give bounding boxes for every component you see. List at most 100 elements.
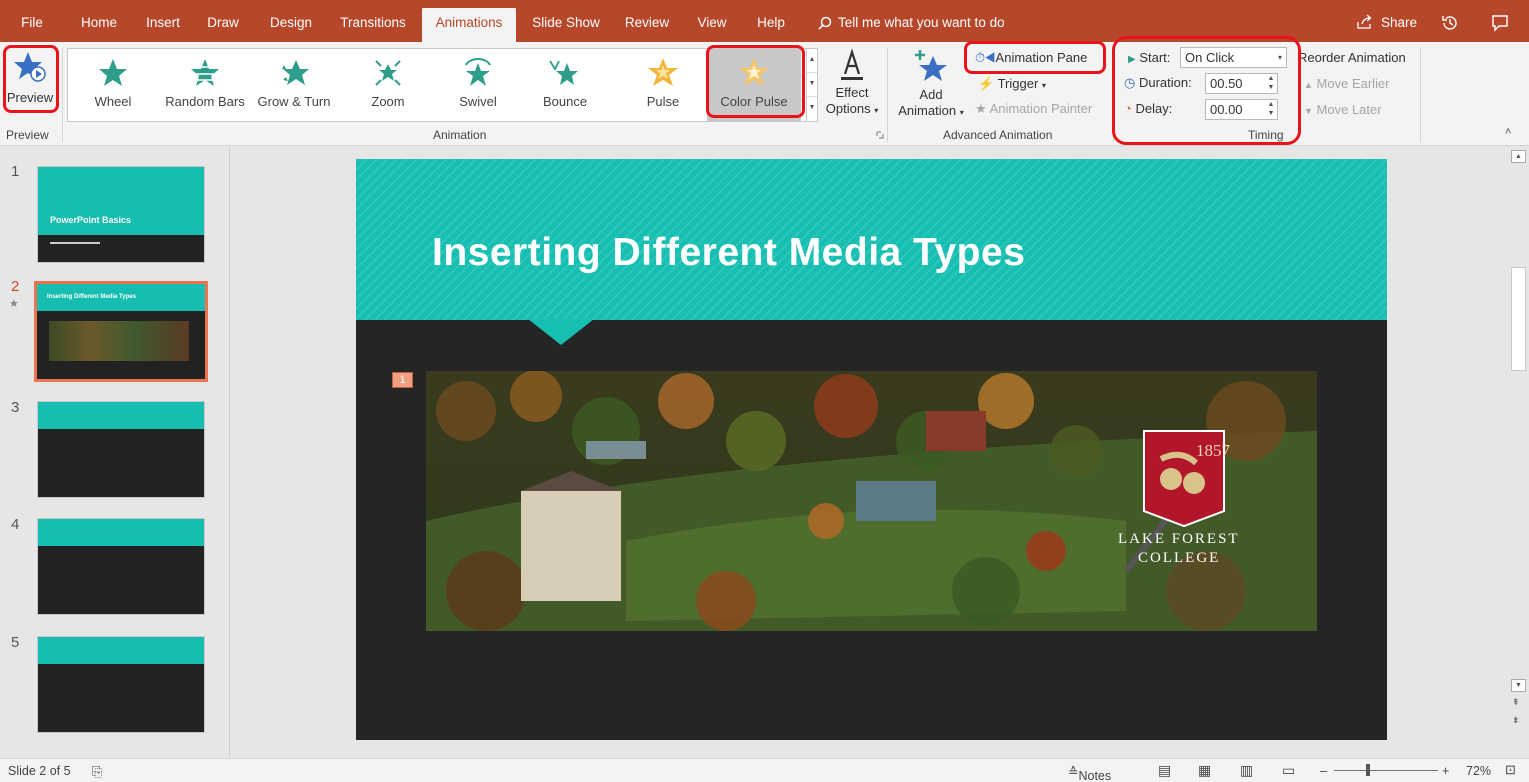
add-animation-icon <box>915 50 947 81</box>
effect-options-button[interactable]: Effect Options ▾ <box>823 48 881 124</box>
scroll-down-arrow-icon[interactable]: ▼ <box>1511 679 1526 692</box>
thumb-number: 4 <box>11 516 20 533</box>
start-play-icon: ▶ <box>1128 54 1136 65</box>
move-earlier-button[interactable]: ▲ Move Earlier <box>1304 76 1390 91</box>
scroll-thumb[interactable] <box>1511 267 1526 371</box>
slide-count: Slide 2 of 5 <box>8 764 71 778</box>
zoom-level[interactable]: 72% <box>1466 764 1491 778</box>
animation-pane-icon: ⏱◀ <box>975 50 996 65</box>
animation-wheel[interactable]: Wheel <box>73 49 153 121</box>
collapse-ribbon-icon[interactable]: ˄ <box>1505 126 1511 138</box>
thumbnail-slide-4[interactable] <box>37 518 205 615</box>
dialog-launcher-icon[interactable] <box>876 131 884 139</box>
zoom-icon <box>375 60 401 86</box>
thumbnail-slide-1[interactable]: PowerPoint Basics <box>37 166 205 263</box>
tell-me-search[interactable]: Tell me what you want to do <box>818 8 1005 38</box>
group-label-preview: Preview <box>6 128 49 142</box>
fit-to-window-icon[interactable]: ⊡ <box>1505 762 1516 778</box>
tell-me-text: Tell me what you want to do <box>838 15 1005 30</box>
comments-icon[interactable] <box>1490 13 1510 33</box>
notes-button[interactable]: ≙ Notes <box>1068 764 1111 782</box>
bounce-icon <box>549 60 578 85</box>
thumb-title: Inserting Different Media Types <box>47 294 136 300</box>
group-label-advanced-animation: Advanced Animation <box>943 128 1053 142</box>
add-animation-button[interactable]: Add Animation ▾ <box>893 48 969 126</box>
zoom-slider-thumb[interactable] <box>1366 764 1370 776</box>
tab-slide-show[interactable]: Slide Show <box>524 8 608 42</box>
animation-zoom[interactable]: Zoom <box>348 49 428 121</box>
slideshow-icon[interactable]: ▭ <box>1282 762 1295 779</box>
clock-icon: ◷ <box>1124 75 1136 90</box>
tab-insert[interactable]: Insert <box>136 8 190 42</box>
animation-painter-button[interactable]: ★ Animation Painter <box>975 101 1092 117</box>
trigger-button[interactable]: ⚡ Trigger ▾ <box>978 76 1046 92</box>
add-animation-label-1: Add <box>919 87 943 102</box>
thumbnail-slide-5[interactable] <box>37 636 205 733</box>
zoom-out-icon[interactable]: – <box>1320 764 1327 778</box>
slide-title[interactable]: Inserting Different Media Types <box>432 231 1025 275</box>
thumb-number: 3 <box>11 399 20 416</box>
tab-file[interactable]: File <box>10 8 54 42</box>
animation-grow-turn[interactable]: Grow & Turn <box>254 49 334 121</box>
tab-review[interactable]: Review <box>616 8 678 42</box>
tab-home[interactable]: Home <box>70 8 128 42</box>
gallery-up-arrow-icon[interactable]: ▲ <box>807 49 817 73</box>
prev-slide-icon[interactable]: ⇞ <box>1512 697 1520 708</box>
scroll-up-arrow-icon[interactable]: ▲ <box>1511 150 1526 163</box>
animation-color-pulse[interactable]: Color Pulse <box>707 49 801 121</box>
thumb-number: 1 <box>11 163 20 180</box>
reading-view-icon[interactable]: ▥ <box>1240 762 1253 779</box>
animation-label: Pulse <box>646 94 680 109</box>
logo-line-2: COLLEGE <box>1138 550 1221 566</box>
animation-bounce[interactable]: Bounce <box>525 49 605 121</box>
animation-random-bars[interactable]: Random Bars <box>160 49 250 121</box>
share-icon <box>1357 14 1372 29</box>
tab-help[interactable]: Help <box>746 8 796 42</box>
animation-star-icon: ★ <box>9 298 19 310</box>
history-icon[interactable] <box>1440 13 1460 33</box>
spinner-arrows-icon[interactable]: ▲ ▼ <box>1265 74 1277 93</box>
effect-options-label-2: Options ▾ <box>825 101 879 116</box>
animation-label: Wheel <box>94 94 132 109</box>
search-icon <box>818 16 832 30</box>
zoom-slider[interactable] <box>1334 770 1438 771</box>
tab-animations[interactable]: Animations <box>422 8 516 42</box>
tab-view[interactable]: View <box>688 8 736 42</box>
thumbnail-slide-2[interactable]: Inserting Different Media Types <box>34 281 208 382</box>
normal-view-icon[interactable]: ▤ <box>1158 762 1171 779</box>
tab-design[interactable]: Design <box>260 8 322 42</box>
swivel-icon <box>465 58 491 86</box>
tab-transitions[interactable]: Transitions <box>332 8 414 42</box>
duration-spinner[interactable]: 00.50 ▲ ▼ <box>1205 73 1278 94</box>
delay-clock-icon: ◔ <box>1124 101 1132 116</box>
gallery-scroll[interactable]: ▲ ▼ ▼ <box>806 48 818 122</box>
tab-draw[interactable]: Draw <box>199 8 247 42</box>
accessibility-icon[interactable]: ⎘ <box>92 764 102 780</box>
share-button[interactable]: Share <box>1356 8 1417 38</box>
grow-turn-icon <box>282 60 309 85</box>
animation-pulse[interactable]: Pulse <box>623 49 703 121</box>
zoom-in-icon[interactable]: + <box>1442 764 1449 778</box>
next-slide-icon[interactable]: ⇟ <box>1512 715 1520 726</box>
status-bar: Slide 2 of 5 ⎘ ≙ Notes ▤ ▦ ▥ ▭ – + 72% ⊡ <box>0 758 1529 782</box>
delay-spinner[interactable]: 00.00 ▲ ▼ <box>1205 99 1278 120</box>
animation-pane-button[interactable]: ⏱◀Animation Pane <box>975 50 1087 66</box>
thumb-number: 2 <box>11 278 20 295</box>
down-triangle-icon: ▼ <box>1304 106 1313 116</box>
move-later-button[interactable]: ▼ Move Later <box>1304 102 1382 117</box>
gallery-down-arrow-icon[interactable]: ▼ <box>807 73 817 97</box>
preview-button[interactable]: Preview <box>4 48 56 120</box>
thumbnail-slide-3[interactable] <box>37 401 205 498</box>
spinner-arrows-icon[interactable]: ▲ ▼ <box>1265 100 1277 119</box>
preview-label: Preview <box>6 90 54 105</box>
animation-swivel[interactable]: Swivel <box>438 49 518 121</box>
start-dropdown[interactable]: On Click ▾ <box>1180 47 1287 68</box>
slide-sorter-icon[interactable]: ▦ <box>1198 762 1211 779</box>
divider <box>1113 48 1114 142</box>
campus-image[interactable]: 1857 LAKE FOREST COLLEGE <box>426 371 1317 631</box>
animation-label: Zoom <box>371 94 405 109</box>
vertical-scrollbar[interactable]: ▲ ▼ ⇞ ⇟ <box>1508 147 1529 757</box>
animation-order-tag[interactable]: 1 <box>392 372 413 388</box>
thumb-title: PowerPoint Basics <box>50 215 132 225</box>
gallery-more-icon[interactable]: ▼ <box>807 97 817 121</box>
